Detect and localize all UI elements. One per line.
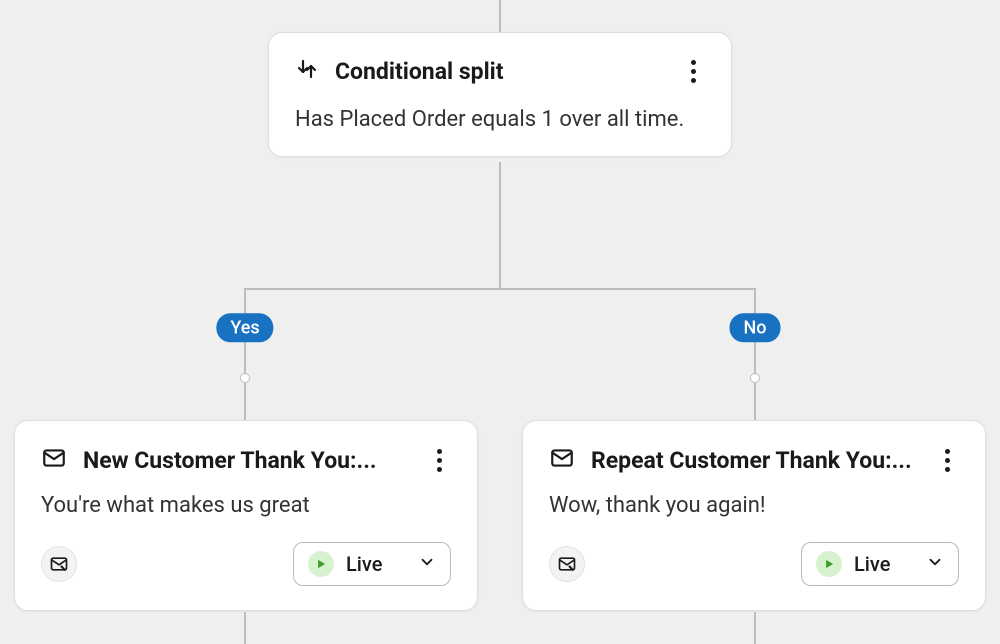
- node-title: New Customer Thank You:...: [83, 447, 411, 474]
- connector-left: [244, 288, 246, 420]
- email-preview: You're what makes us great: [41, 493, 451, 518]
- node-menu-button[interactable]: [427, 449, 451, 472]
- template-icon[interactable]: [41, 546, 77, 582]
- chevron-down-icon: [418, 552, 436, 576]
- node-footer: Live: [549, 542, 959, 586]
- node-menu-button[interactable]: [681, 60, 705, 83]
- email-icon: [549, 445, 575, 475]
- email-node-new-customer[interactable]: New Customer Thank You:... You're what m…: [14, 420, 478, 611]
- email-node-repeat-customer[interactable]: Repeat Customer Thank You:... Wow, thank…: [522, 420, 986, 611]
- split-icon: [295, 57, 319, 85]
- flow-canvas: Conditional split Has Placed Order equal…: [0, 0, 1000, 644]
- play-icon: [816, 551, 842, 577]
- connector-out-left: [244, 612, 246, 644]
- node-header: Repeat Customer Thank You:...: [549, 445, 959, 475]
- node-menu-button[interactable]: [935, 449, 959, 472]
- branch-no-badge: No: [730, 313, 781, 342]
- connector-dot-left: [240, 373, 250, 383]
- play-icon: [308, 551, 334, 577]
- status-label: Live: [346, 552, 382, 576]
- connector-dot-right: [750, 373, 760, 383]
- email-preview: Wow, thank you again!: [549, 493, 959, 518]
- node-title: Repeat Customer Thank You:...: [591, 447, 919, 474]
- connector-horizontal: [244, 288, 756, 290]
- node-condition: Has Placed Order equals 1 over all time.: [295, 107, 705, 132]
- node-footer: Live: [41, 542, 451, 586]
- connector-out-right: [754, 612, 756, 644]
- connector-right: [754, 288, 756, 420]
- node-header: New Customer Thank You:...: [41, 445, 451, 475]
- conditional-split-node[interactable]: Conditional split Has Placed Order equal…: [268, 32, 732, 157]
- node-title: Conditional split: [335, 58, 665, 85]
- branch-yes-badge: Yes: [216, 313, 273, 342]
- node-header: Conditional split: [295, 57, 705, 85]
- status-dropdown[interactable]: Live: [801, 542, 959, 586]
- connector-mid: [499, 162, 501, 288]
- status-dropdown[interactable]: Live: [293, 542, 451, 586]
- chevron-down-icon: [926, 552, 944, 576]
- template-icon[interactable]: [549, 546, 585, 582]
- status-label: Live: [854, 552, 890, 576]
- connector-top: [499, 0, 501, 32]
- email-icon: [41, 445, 67, 475]
